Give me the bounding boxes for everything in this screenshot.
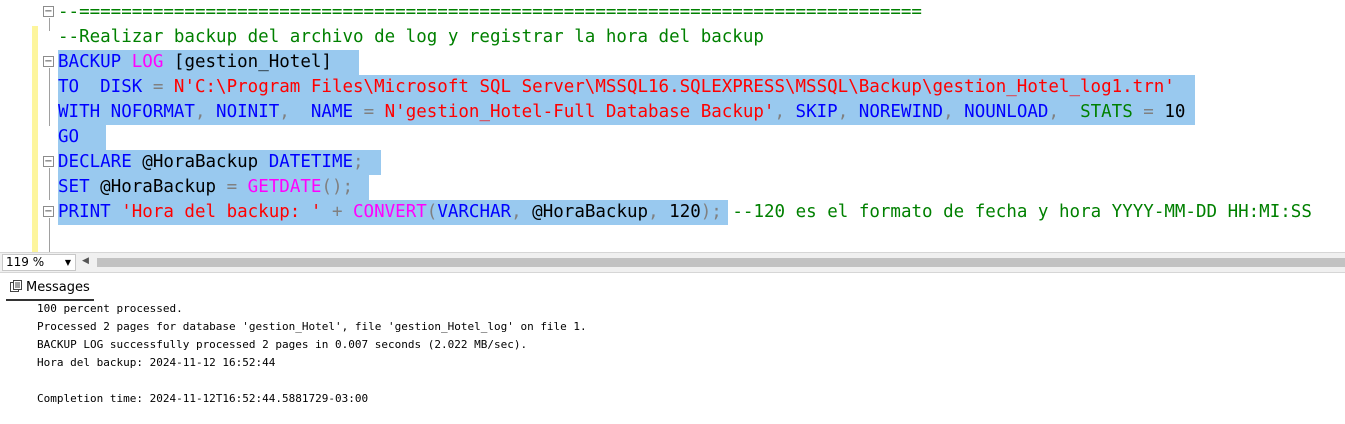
code-token: 120	[669, 202, 701, 222]
code-token: --======================================…	[58, 2, 922, 22]
message-line: Processed 2 pages for database 'gestion_…	[37, 320, 587, 333]
code-token: LOG	[131, 52, 164, 72]
code-token: N'gestion_Hotel-Full Database Backup'	[384, 102, 775, 122]
code-token: ,	[648, 202, 670, 222]
outline-line	[49, 168, 50, 200]
code-token: [gestion_Hotel]	[163, 52, 332, 72]
code-line[interactable]: SET @HoraBackup = GETDATE();	[58, 175, 353, 200]
code-token: GETDATE	[247, 177, 322, 197]
code-token: BACKUP	[58, 52, 132, 72]
code-token: =	[1132, 102, 1165, 122]
code-token: NOUNLOAD	[964, 102, 1049, 122]
code-token: SKIP	[795, 102, 838, 122]
code-token: ,	[194, 102, 217, 122]
code-line[interactable]: --Realizar backup del archivo de log y r…	[58, 25, 764, 50]
code-token: NAME	[310, 102, 364, 122]
message-line: 100 percent processed.	[37, 302, 183, 315]
code-token: NOREWIND	[858, 102, 944, 122]
code-token: N'C:\Program Files\Microsoft SQL Server\…	[173, 77, 1175, 97]
code-token: DATETIME	[268, 152, 354, 172]
code-line[interactable]: WITH NOFORMAT, NOINIT, NAME = N'gestion_…	[58, 100, 1185, 125]
message-line: Completion time: 2024-11-12T16:52:44.588…	[37, 392, 369, 405]
code-token: ,	[837, 102, 859, 122]
change-tracking-bar	[32, 26, 38, 252]
results-tabbar: Messages	[0, 277, 1345, 301]
code-token: =	[152, 77, 174, 97]
code-token: TO DISK	[58, 77, 153, 97]
code-token: ,	[774, 102, 796, 122]
message-line: Hora del backup: 2024-11-12 16:52:44	[37, 356, 276, 369]
code-token: (	[426, 202, 438, 222]
message-line: BACKUP LOG successfully processed 2 page…	[37, 338, 528, 351]
code-token: @HoraBackup	[532, 202, 649, 222]
tab-label: Messages	[26, 280, 90, 295]
code-token: GO	[58, 127, 80, 147]
code-token: ,	[943, 102, 965, 122]
zoom-value: 119 %	[6, 255, 45, 269]
outline-line	[49, 218, 50, 252]
outline-line	[49, 18, 50, 31]
code-token: --120 es el formato de fecha y hora YYYY…	[732, 202, 1312, 222]
code-token: SET	[58, 177, 101, 197]
code-token: ;	[353, 152, 364, 172]
code-token: PRINT	[58, 202, 122, 222]
code-token: CONVERT	[353, 202, 427, 222]
code-token: );	[700, 202, 722, 222]
messages-icon	[10, 280, 22, 292]
collapse-icon[interactable]: −	[43, 156, 54, 167]
code-line[interactable]: DECLARE @HoraBackup DATETIME;	[58, 150, 364, 175]
code-line[interactable]: GO	[58, 125, 79, 150]
code-token: --Realizar backup del archivo de log y r…	[58, 27, 764, 47]
code-token: ,	[279, 102, 311, 122]
code-token: 'Hora del backup: '	[121, 202, 322, 222]
code-token: VARCHAR	[437, 202, 512, 222]
code-token: STATS	[1080, 102, 1133, 122]
code-token: =	[363, 102, 385, 122]
code-token: +	[321, 202, 354, 222]
collapse-icon[interactable]: −	[43, 6, 54, 17]
code-token: @HoraBackup	[100, 177, 227, 197]
code-token: ,	[1048, 102, 1081, 122]
scroll-left-icon[interactable]: ◀	[82, 256, 89, 266]
chevron-down-icon: ▼	[64, 258, 71, 267]
zoom-select[interactable]: 119 % ▼	[2, 254, 76, 271]
tab-messages[interactable]: Messages	[6, 277, 94, 301]
code-line[interactable]: TO DISK = N'C:\Program Files\Microsoft S…	[58, 75, 1175, 100]
code-token: DECLARE	[58, 152, 143, 172]
code-token: 10	[1164, 102, 1186, 122]
code-editor[interactable]: − − − − --==============================…	[0, 0, 1345, 252]
collapse-icon[interactable]: −	[43, 56, 54, 67]
code-token: ();	[321, 177, 354, 197]
horizontal-scrollbar[interactable]	[97, 258, 1345, 267]
code-line[interactable]: PRINT 'Hora del backup: ' + CONVERT(VARC…	[58, 200, 1312, 225]
outline-line	[49, 68, 50, 126]
editor-status-bar: 119 % ▼ ◀	[0, 252, 1345, 273]
code-line[interactable]: BACKUP LOG [gestion_Hotel]	[58, 50, 332, 75]
code-line[interactable]: --======================================…	[58, 0, 922, 25]
code-token: =	[226, 177, 248, 197]
code-token: WITH NOFORMAT	[58, 102, 195, 122]
collapse-icon[interactable]: −	[43, 206, 54, 217]
code-token: NOINIT	[216, 102, 280, 122]
code-token: @HoraBackup	[142, 152, 269, 172]
code-token: ,	[511, 202, 533, 222]
